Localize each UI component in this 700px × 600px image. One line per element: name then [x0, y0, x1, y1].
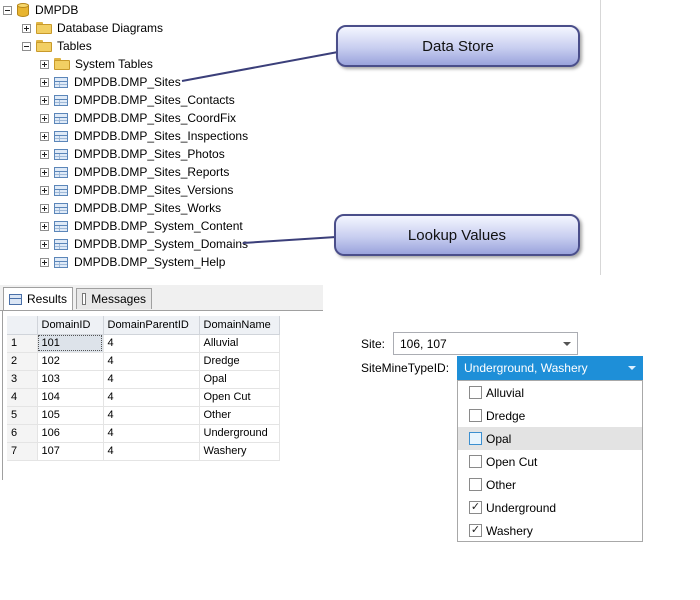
checkbox[interactable]	[469, 478, 482, 491]
checkbox[interactable]	[469, 386, 482, 399]
column-header[interactable]: DomainName	[199, 316, 280, 335]
table-row[interactable]: 2 102 4 Dredge	[7, 352, 280, 371]
checkbox[interactable]: ✓	[469, 524, 482, 537]
tab-results[interactable]: Results	[3, 287, 73, 310]
dropdown-option[interactable]: ✓ Underground	[458, 496, 642, 519]
site-label: Site:	[361, 337, 386, 351]
checkbox[interactable]	[469, 455, 482, 468]
grid-cell[interactable]: 101	[37, 334, 104, 353]
grid-cell[interactable]: Washery	[199, 442, 280, 461]
grid-icon	[9, 293, 22, 305]
table-row[interactable]: 5 105 4 Other	[7, 406, 280, 425]
tab-results-label: Results	[26, 292, 67, 306]
column-header[interactable]: DomainID	[37, 316, 104, 335]
mine-type-dropdown-list: Alluvial Dredge Opal Open Cut Other ✓ Un…	[457, 380, 643, 542]
tab-messages[interactable]: Messages	[76, 288, 152, 309]
dropdown-option[interactable]: ✓ Washery	[458, 519, 642, 542]
lookup-values-callout: Lookup Values	[334, 214, 580, 256]
data-store-pointer	[181, 51, 339, 82]
grid-cell[interactable]: 4	[103, 370, 200, 389]
table-row[interactable]: 1 101 4 Alluvial	[7, 334, 280, 353]
grid-cell[interactable]: 4	[103, 334, 200, 353]
dropdown-option[interactable]: Open Cut	[458, 450, 642, 473]
grid-cell[interactable]: 102	[37, 352, 104, 371]
tab-messages-label: Messages	[91, 292, 146, 306]
dropdown-option[interactable]: Other	[458, 473, 642, 496]
option-label: Alluvial	[486, 385, 525, 400]
grid-cell[interactable]: Open Cut	[199, 388, 280, 407]
grid-cell[interactable]: Dredge	[199, 352, 280, 371]
data-store-callout: Data Store	[336, 25, 580, 67]
site-value: 106, 107	[400, 336, 447, 351]
row-number[interactable]: 1	[7, 334, 38, 353]
mine-type-value: Underground, Washery	[464, 361, 588, 375]
option-label: Dredge	[486, 408, 526, 423]
grid-cell[interactable]: 107	[37, 442, 104, 461]
dropdown-option[interactable]: Dredge	[458, 404, 642, 427]
grid-corner-cell[interactable]	[7, 316, 38, 335]
column-header[interactable]: DomainParentID	[103, 316, 200, 335]
row-number[interactable]: 2	[7, 352, 38, 371]
grid-cell[interactable]: 4	[103, 388, 200, 407]
mine-type-select[interactable]: Underground, Washery	[457, 356, 643, 380]
lookup-values-pointer	[242, 236, 337, 244]
messages-icon	[82, 293, 87, 305]
table-row[interactable]: 6 106 4 Underground	[7, 424, 280, 443]
grid-cell[interactable]: 103	[37, 370, 104, 389]
grid-cell[interactable]: 4	[103, 424, 200, 443]
row-number[interactable]: 6	[7, 424, 38, 443]
results-tab-strip: Results Messages	[0, 285, 323, 311]
row-number[interactable]: 7	[7, 442, 38, 461]
row-number[interactable]: 5	[7, 406, 38, 425]
checkbox[interactable]: ✓	[469, 501, 482, 514]
results-grid[interactable]: DomainID DomainParentID DomainName 1 101…	[7, 316, 280, 461]
grid-cell[interactable]: Alluvial	[199, 334, 280, 353]
dropdown-option[interactable]: Opal	[458, 427, 642, 450]
table-row[interactable]: 3 103 4 Opal	[7, 370, 280, 389]
checkbox[interactable]	[469, 432, 482, 445]
grid-cell[interactable]: 105	[37, 406, 104, 425]
table-row[interactable]: 4 104 4 Open Cut	[7, 388, 280, 407]
row-number[interactable]: 3	[7, 370, 38, 389]
option-label: Other	[486, 477, 517, 492]
grid-cell[interactable]: Other	[199, 406, 280, 425]
option-label: Open Cut	[486, 454, 538, 469]
chevron-down-icon[interactable]	[628, 366, 636, 370]
results-pane: Results Messages DomainID DomainParentID…	[0, 285, 323, 480]
grid-cell[interactable]: 106	[37, 424, 104, 443]
dropdown-option[interactable]: Alluvial	[458, 381, 642, 404]
option-label: Underground	[486, 500, 557, 515]
grid-cell[interactable]: 4	[103, 352, 200, 371]
grid-cell[interactable]: 4	[103, 442, 200, 461]
mine-type-label: SiteMineTypeID:	[361, 361, 450, 375]
option-label: Washery	[486, 523, 533, 538]
grid-header-row: DomainID DomainParentID DomainName	[7, 316, 280, 335]
grid-cell[interactable]: Opal	[199, 370, 280, 389]
grid-cell[interactable]: 4	[103, 406, 200, 425]
grid-cell[interactable]: 104	[37, 388, 104, 407]
checkbox[interactable]	[469, 409, 482, 422]
table-row[interactable]: 7 107 4 Washery	[7, 442, 280, 461]
grid-border	[2, 311, 3, 480]
site-select[interactable]: 106, 107	[393, 332, 578, 355]
grid-cell[interactable]: Underground	[199, 424, 280, 443]
chevron-down-icon[interactable]	[563, 342, 571, 346]
option-label: Opal	[486, 431, 512, 446]
results-grid-area: DomainID DomainParentID DomainName 1 101…	[0, 311, 323, 480]
row-number[interactable]: 4	[7, 388, 38, 407]
